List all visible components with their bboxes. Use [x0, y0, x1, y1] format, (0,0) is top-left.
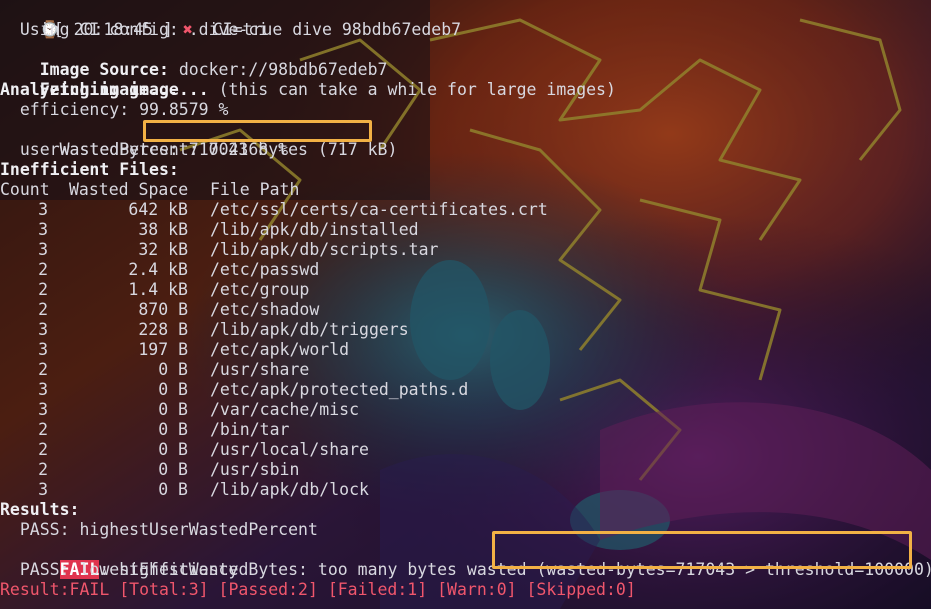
file-row: 3 0 B/var/cache/misc [0, 400, 931, 420]
file-row-path: /bin/tar [210, 420, 290, 439]
file-row: 2 870 B/etc/shadow [0, 300, 931, 320]
file-row-path: /usr/sbin [210, 460, 300, 479]
fetching-line: Fetching image... (this can take a while… [0, 60, 616, 99]
file-row: 3 38 kB/lib/apk/db/installed [0, 220, 931, 240]
file-row: 2 2.4 kB/etc/passwd [0, 260, 931, 280]
prompt-line: ⌚[ 20:18:45 ] ✖ CI=true dive 98bdb67edeb… [0, 0, 461, 39]
file-row-count: 3 [38, 220, 48, 239]
file-row-count: 2 [38, 260, 48, 279]
file-row-count: 3 [38, 400, 48, 419]
column-count: Count [0, 180, 50, 199]
file-row-wasted-space: 642 kB [128, 200, 188, 219]
file-row: 3 0 B/lib/apk/db/lock [0, 480, 931, 500]
file-row-path: /var/cache/misc [210, 400, 360, 419]
file-row-wasted-space: 1.4 kB [128, 280, 188, 299]
file-row: 2 1.4 kB/etc/group [0, 280, 931, 300]
file-row-path: /etc/passwd [210, 260, 320, 279]
file-row-count: 2 [38, 440, 48, 459]
user-wasted-percent-line: userWastedPercent: 0.2168 % [0, 140, 289, 159]
file-row-wasted-space: 0 B [158, 380, 188, 399]
result-pass-user-wasted: PASS: highestUserWastedPercent [0, 520, 318, 539]
file-row-path: /etc/apk/protected_paths.d [210, 380, 469, 399]
inefficient-files-heading: Inefficient Files: [0, 160, 179, 179]
file-row-wasted-space: 0 B [158, 440, 188, 459]
file-row-path: /etc/apk/world [210, 340, 350, 359]
file-row-wasted-space: 0 B [158, 420, 188, 439]
file-row-path: /usr/local/share [210, 440, 369, 459]
file-row: 2 0 B/usr/sbin [0, 460, 931, 480]
file-row-path: /lib/apk/db/triggers [210, 320, 409, 339]
file-row-count: 3 [38, 340, 48, 359]
file-row-path: /usr/share [210, 360, 310, 379]
file-row-wasted-space: 38 kB [138, 220, 188, 239]
file-row-count: 3 [38, 320, 48, 339]
file-row-path: /etc/ssl/certs/ca-certificates.crt [210, 200, 548, 219]
file-row: 2 0 B/usr/share [0, 360, 931, 380]
terminal-output: ⌚[ 20:18:45 ] ✖ CI=true dive 98bdb67edeb… [0, 0, 931, 609]
file-row-count: 2 [38, 360, 48, 379]
efficiency-line: efficiency: 99.8579 % [0, 100, 229, 119]
file-row-count: 3 [38, 200, 48, 219]
fetching-note: (this can take a while for large images) [208, 80, 616, 99]
analyzing-line: Analyzing image... [0, 80, 179, 99]
file-row-path: /lib/apk/db/installed [210, 220, 419, 239]
result-summary: Result:FAIL [Total:3] [Passed:2] [Failed… [0, 580, 636, 599]
results-heading: Results: [0, 500, 80, 519]
column-wasted-space: Wasted Space [69, 180, 189, 199]
file-row: 3 32 kB/lib/apk/db/scripts.tar [0, 240, 931, 260]
column-file-path: File Path [210, 180, 300, 199]
image-source-line: Image Source: docker://98bdb67edeb7 [0, 40, 388, 79]
file-row-wasted-space: 2.4 kB [128, 260, 188, 279]
file-row-count: 3 [38, 380, 48, 399]
file-row-count: 2 [38, 300, 48, 319]
file-row-wasted-space: 197 B [138, 340, 188, 359]
result-pass-efficiency: PASS: lowestEfficiency [0, 560, 239, 579]
file-row-count: 2 [38, 280, 48, 299]
file-row-count: 3 [38, 240, 48, 259]
file-row-path: /lib/apk/db/lock [210, 480, 369, 499]
file-row-wasted-space: 0 B [158, 360, 188, 379]
file-row-wasted-space: 0 B [158, 480, 188, 499]
file-row: 2 0 B/bin/tar [0, 420, 931, 440]
file-row-path: /lib/apk/db/scripts.tar [210, 240, 439, 259]
file-row: 3 0 B/etc/apk/protected_paths.d [0, 380, 931, 400]
result-fail-wasted-bytes: FAIL: highestWastedBytes: too many bytes… [0, 540, 931, 579]
file-row-wasted-space: 0 B [158, 400, 188, 419]
fail-detail: (wasted-bytes=717043 > threshold=100000) [536, 560, 931, 579]
file-row: 3 228 B/lib/apk/db/triggers [0, 320, 931, 340]
file-row-count: 3 [38, 480, 48, 499]
file-row-wasted-space: 32 kB [138, 240, 188, 259]
file-row-count: 2 [38, 420, 48, 439]
file-row: 3 197 B/etc/apk/world [0, 340, 931, 360]
inefficient-files-header: Count Wasted Space File Path [0, 180, 931, 200]
file-row: 3 642 kB/etc/ssl/certs/ca-certificates.cr… [0, 200, 931, 220]
file-row-count: 2 [38, 460, 48, 479]
wasted-bytes-line: wastedBytes: 717043 bytes (717 kB) [0, 120, 398, 159]
file-row: 2 0 B/usr/local/share [0, 440, 931, 460]
file-row-wasted-space: 870 B [138, 300, 188, 319]
file-row-wasted-space: 228 B [138, 320, 188, 339]
file-row-path: /etc/shadow [210, 300, 320, 319]
file-row-path: /etc/group [210, 280, 310, 299]
file-row-wasted-space: 0 B [158, 460, 188, 479]
ci-config-line: Using CI config: .dive-ci [0, 20, 269, 39]
